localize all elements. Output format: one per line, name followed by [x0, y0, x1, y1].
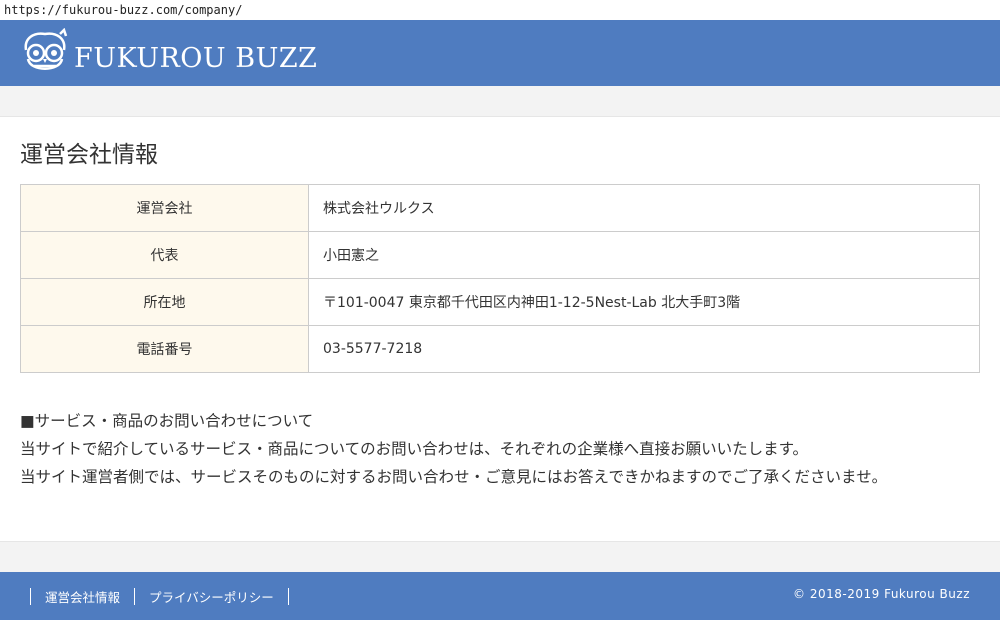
divider — [287, 587, 289, 605]
main-content: 運営会社情報 運営会社 株式会社ウルクス 代表 小田憲之 所在地 〒101-00… — [0, 116, 1000, 542]
table-row: 代表 小田憲之 — [20, 231, 980, 279]
company-info-table: 運営会社 株式会社ウルクス 代表 小田憲之 所在地 〒101-0047 東京都千… — [20, 184, 980, 373]
row-value: 03-5577-7218 — [308, 325, 980, 373]
row-value: 株式会社ウルクス — [308, 184, 980, 232]
footer-nav: 運営会社情報 プライバシーポリシー — [30, 586, 289, 606]
notice-line: 当サイトで紹介しているサービス・商品についてのお問い合わせは、それぞれの企業様へ… — [20, 440, 809, 458]
owl-logo-icon — [20, 28, 70, 78]
table-row: 所在地 〒101-0047 東京都千代田区内神田1-12-5Nest-Lab 北… — [20, 278, 980, 326]
site-logo[interactable]: FUKUROU BUZZ — [20, 28, 317, 78]
logo-text: FUKUROU BUZZ — [74, 42, 318, 74]
table-row: 運営会社 株式会社ウルクス — [20, 184, 980, 232]
row-label: 代表 — [20, 231, 309, 279]
row-value: 小田憲之 — [308, 231, 980, 279]
page-title: 運営会社情報 — [20, 142, 158, 168]
site-footer: 運営会社情報 プライバシーポリシー © 2018-2019 Fukurou Bu… — [0, 572, 1000, 620]
notice-line: 当サイト運営者側では、サービスそのものに対するお問い合わせ・ご意見にはお答えでき… — [20, 468, 888, 486]
table-row: 電話番号 03-5577-7218 — [20, 325, 980, 373]
row-label: 運営会社 — [20, 184, 309, 232]
inquiry-notice: ■サービス・商品のお問い合わせについて 当サイトで紹介しているサービス・商品につ… — [20, 407, 887, 491]
footer-link-privacy[interactable]: プライバシーポリシー — [135, 587, 288, 606]
row-value: 〒101-0047 東京都千代田区内神田1-12-5Nest-Lab 北大手町3… — [308, 278, 980, 326]
site-header: FUKUROU BUZZ — [0, 20, 1000, 86]
copyright: © 2018-2019 Fukurou Buzz — [793, 587, 970, 601]
notice-heading: ■サービス・商品のお問い合わせについて — [20, 412, 314, 430]
footer-link-company[interactable]: 運営会社情報 — [31, 587, 134, 606]
row-label: 電話番号 — [20, 325, 309, 373]
address-bar[interactable]: https://fukurou-buzz.com/company/ — [0, 0, 1000, 20]
row-label: 所在地 — [20, 278, 309, 326]
